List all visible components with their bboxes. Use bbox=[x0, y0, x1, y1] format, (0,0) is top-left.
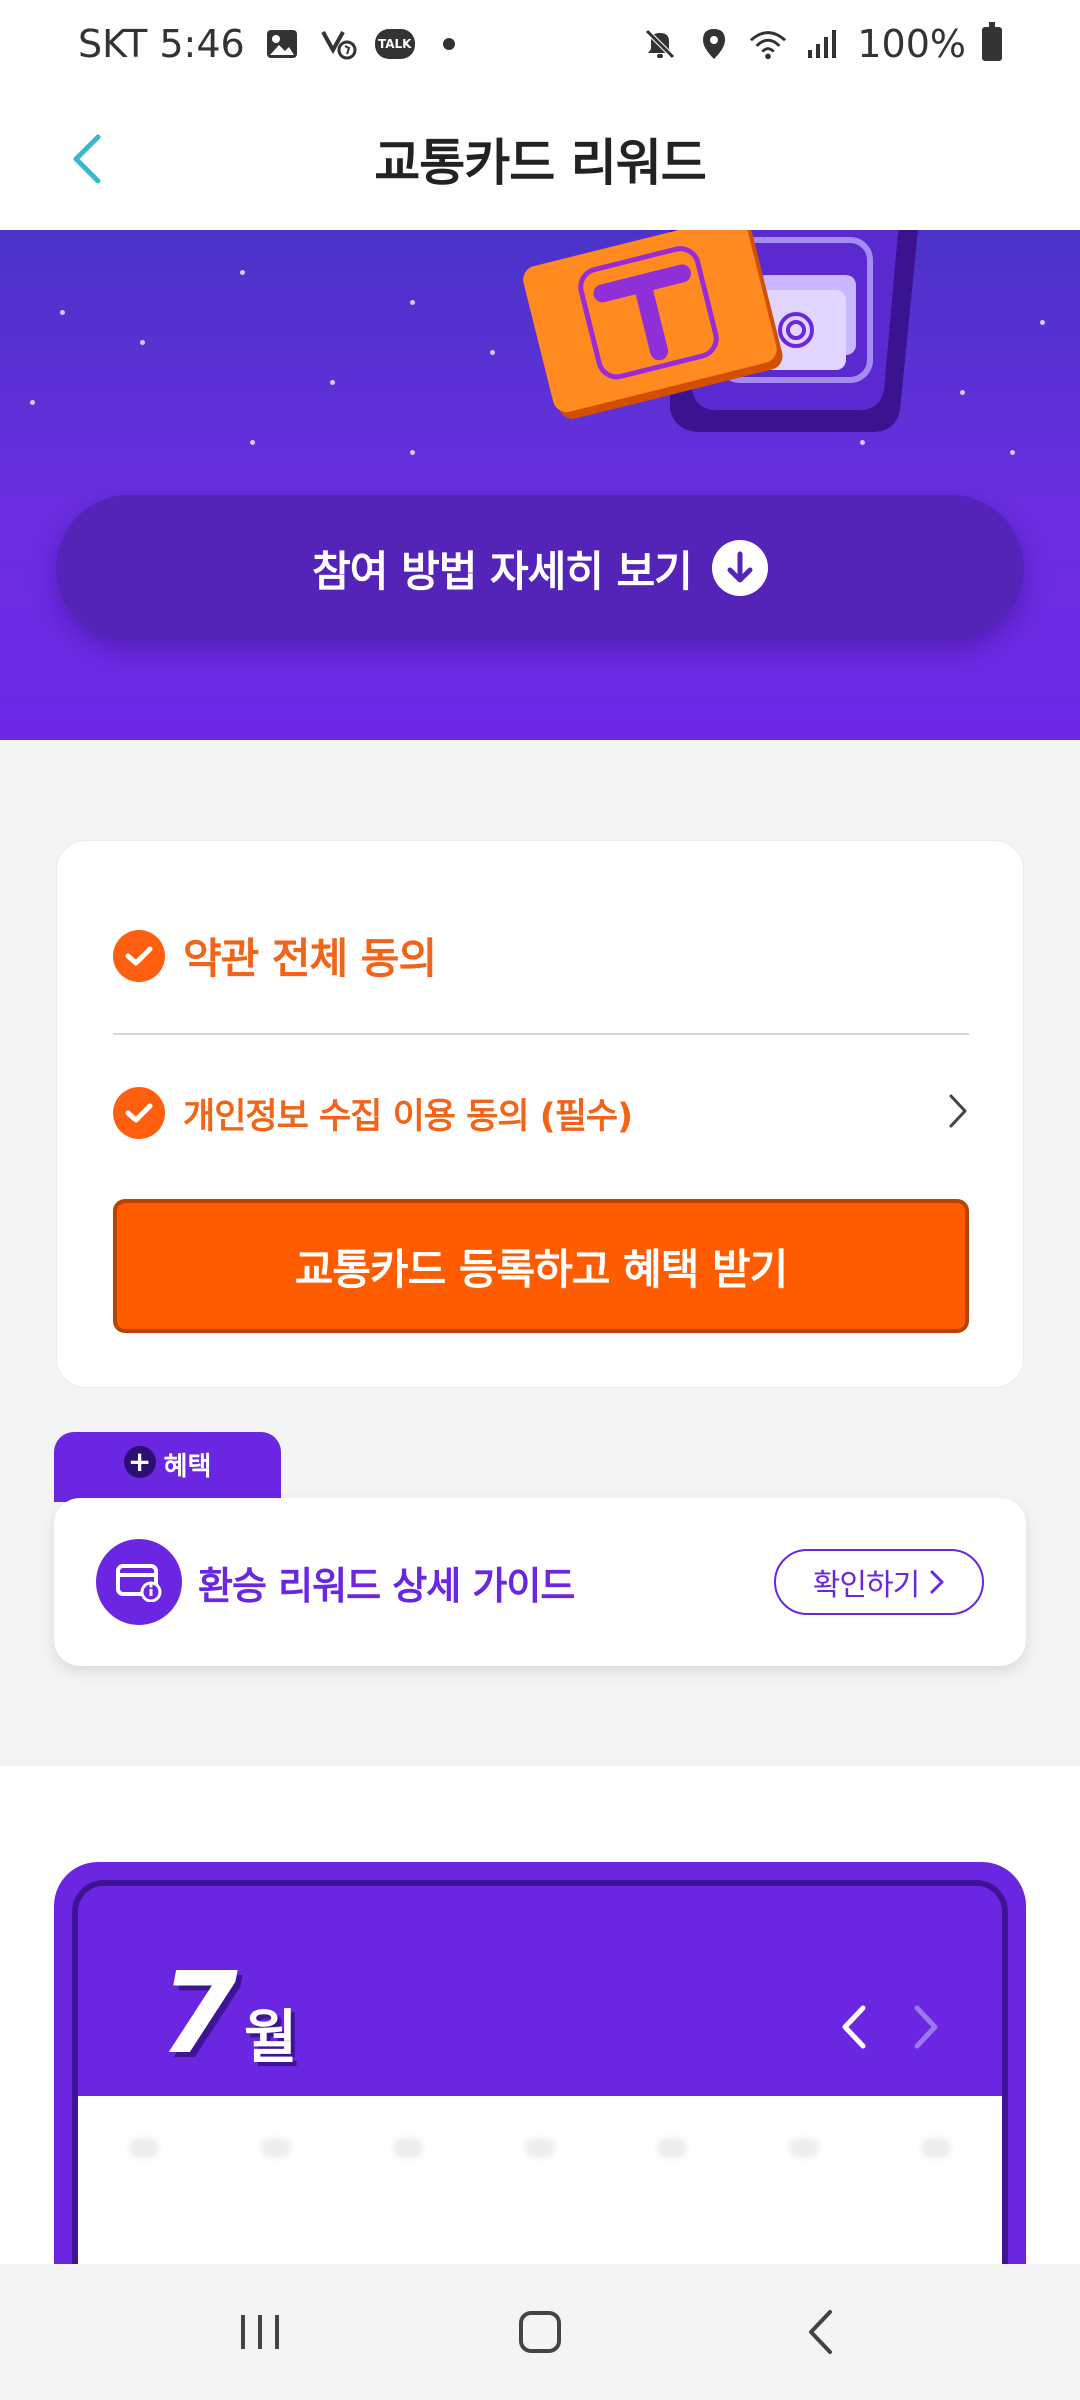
status-bar: SKT 5:46 TALK 100% bbox=[0, 0, 1080, 88]
battery-icon bbox=[982, 22, 1002, 61]
location-icon bbox=[695, 25, 733, 63]
recent-apps-button[interactable] bbox=[215, 2287, 305, 2377]
mute-icon bbox=[641, 25, 679, 63]
kakaotalk-icon: TALK bbox=[374, 29, 415, 59]
check-circle-icon bbox=[113, 929, 165, 982]
back-button[interactable] bbox=[52, 124, 122, 194]
prev-month-button[interactable] bbox=[840, 2004, 868, 2054]
chevron-left-icon bbox=[73, 134, 101, 184]
system-nav-bar bbox=[0, 2264, 1080, 2400]
benefit-tab: + 혜택 bbox=[54, 1432, 281, 1502]
month-title: 7 월 bbox=[160, 1958, 297, 2070]
home-icon bbox=[519, 2311, 561, 2353]
agreement-card: 약관 전체 동의 개인정보 수집 이용 동의 (필수) 교통카드 등록하고 혜택… bbox=[56, 840, 1024, 1388]
notification-dot-icon bbox=[442, 38, 455, 50]
home-button[interactable] bbox=[495, 2287, 585, 2377]
register-card-label: 교통카드 등록하고 혜택 받기 bbox=[294, 1244, 789, 1294]
agree-all-label: 약관 전체 동의 bbox=[183, 934, 437, 983]
transit-card-illustration bbox=[523, 230, 918, 432]
weekday-placeholder bbox=[789, 2138, 819, 2158]
benefit-tab-label: 혜택 bbox=[163, 1452, 212, 1482]
chevron-right-icon bbox=[930, 1570, 944, 1594]
wifi-icon bbox=[749, 25, 787, 63]
month-suffix: 월 bbox=[243, 2003, 298, 2072]
recent-apps-icon bbox=[241, 2315, 279, 2349]
carrier-time: SKT 5:46 bbox=[78, 22, 245, 66]
confirm-button[interactable]: 확인하기 bbox=[774, 1549, 984, 1615]
app-header: 교통카드 리워드 bbox=[0, 88, 1080, 230]
next-month-button[interactable] bbox=[912, 2004, 940, 2054]
card-info-icon bbox=[96, 1539, 182, 1625]
register-card-button[interactable]: 교통카드 등록하고 혜택 받기 bbox=[113, 1199, 969, 1333]
transfer-reward-guide-card[interactable]: 환승 리워드 상세 가이드 확인하기 bbox=[54, 1498, 1026, 1666]
system-back-button[interactable] bbox=[775, 2287, 865, 2377]
agree-all-checkbox[interactable]: 약관 전체 동의 bbox=[113, 925, 437, 986]
privacy-consent-label: 개인정보 수집 이용 동의 (필수) bbox=[183, 1096, 633, 1137]
weekday-placeholder bbox=[129, 2138, 159, 2158]
privacy-consent-item[interactable]: 개인정보 수집 이용 동의 (필수) bbox=[113, 1087, 969, 1139]
back-icon bbox=[809, 2310, 832, 2354]
weekday-placeholder bbox=[657, 2138, 687, 2158]
missed-call-icon bbox=[319, 25, 357, 63]
weekday-placeholder bbox=[261, 2138, 291, 2158]
plus-icon: + bbox=[123, 1446, 156, 1478]
participation-guide-button[interactable]: 참여 방법 자세히 보기 bbox=[56, 495, 1024, 641]
transfer-reward-guide-label: 환승 리워드 상세 가이드 bbox=[198, 1563, 575, 1608]
participation-guide-label: 참여 방법 자세히 보기 bbox=[312, 546, 693, 596]
weekday-placeholder bbox=[393, 2138, 423, 2158]
confirm-label: 확인하기 bbox=[812, 1568, 920, 1603]
signal-icon bbox=[803, 25, 841, 63]
page-title: 교통카드 리워드 bbox=[374, 134, 706, 192]
chevron-right-icon bbox=[914, 2005, 938, 2049]
month-number: 7 bbox=[160, 1949, 238, 2079]
gallery-icon bbox=[263, 25, 301, 63]
arrow-down-circle-icon bbox=[711, 540, 768, 596]
weekday-placeholder bbox=[525, 2138, 555, 2158]
calendar-header: 7 월 bbox=[78, 1886, 1002, 2096]
chevron-left-icon bbox=[842, 2005, 866, 2049]
check-circle-icon bbox=[113, 1087, 165, 1139]
battery-percent: 100% bbox=[857, 22, 966, 66]
divider bbox=[113, 1033, 969, 1035]
chevron-right-icon[interactable] bbox=[947, 1092, 969, 1134]
weekday-placeholder bbox=[921, 2138, 951, 2158]
hero-banner: 참여 방법 자세히 보기 bbox=[0, 230, 1080, 740]
